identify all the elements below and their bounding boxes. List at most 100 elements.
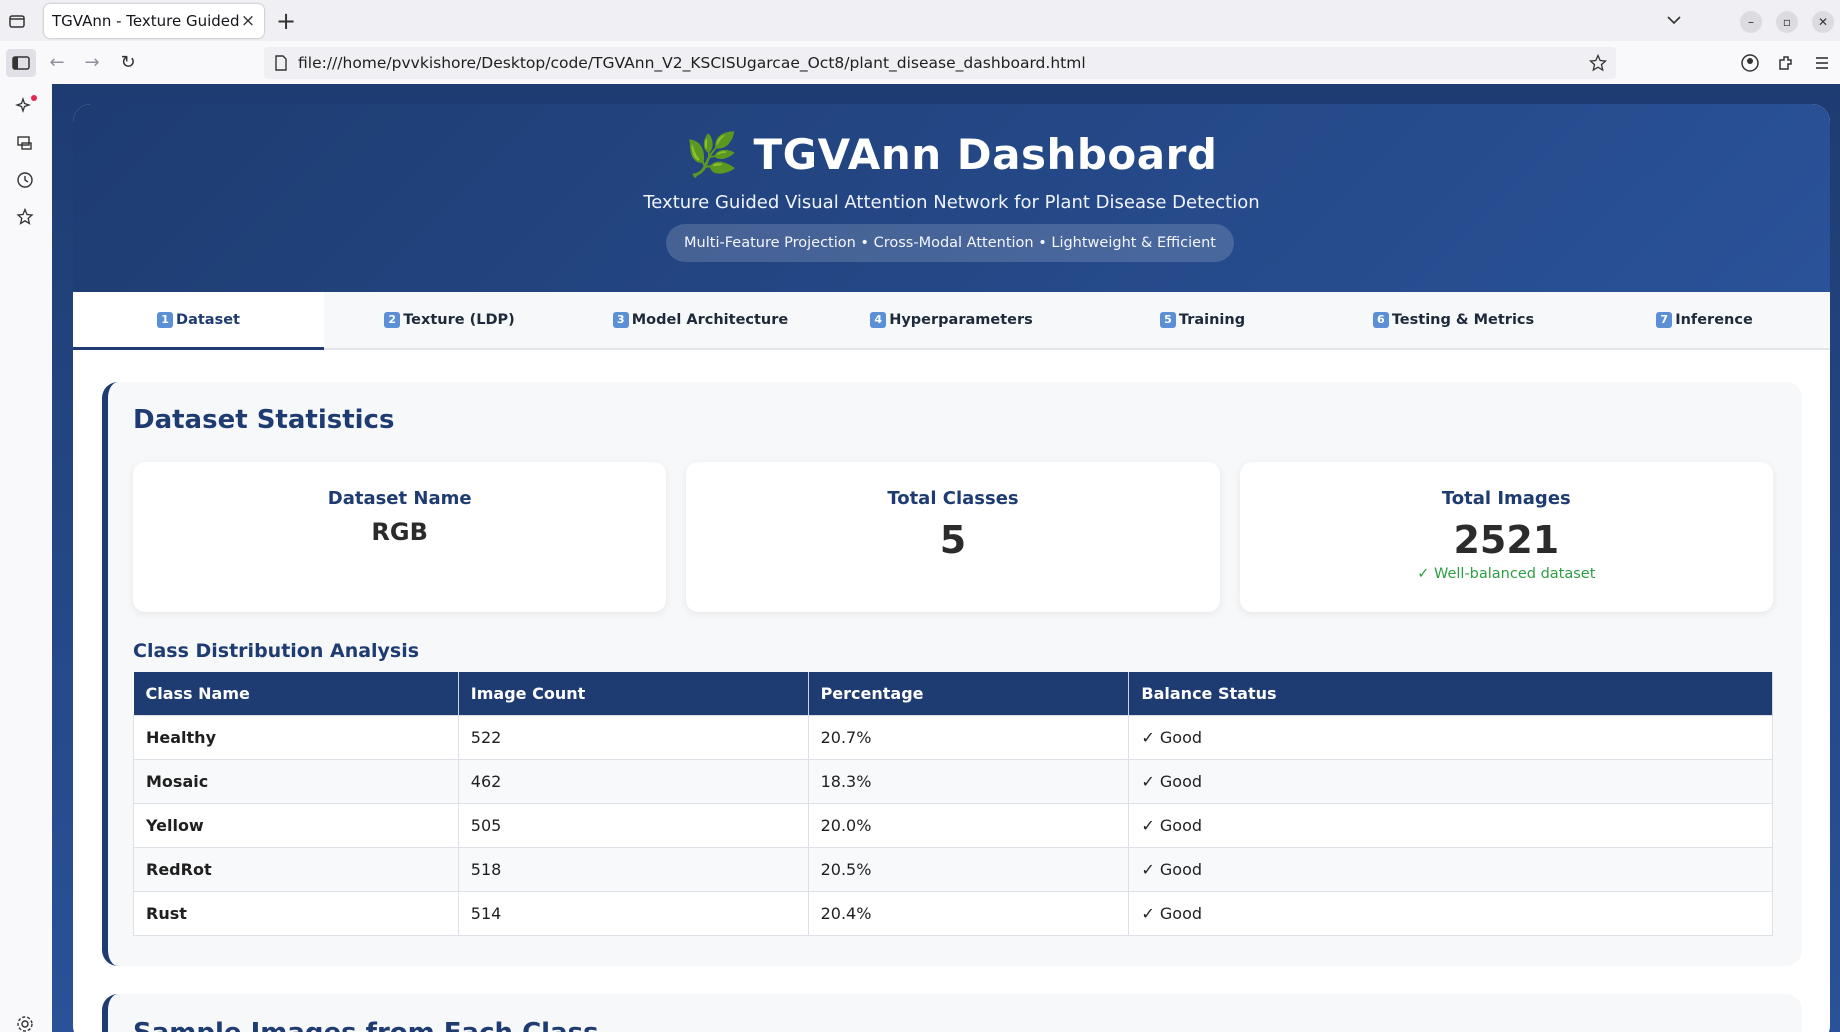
image-count-cell: 514	[457, 890, 809, 936]
tagline-badge: Multi-Feature Projection • Cross-Modal A…	[666, 224, 1234, 262]
percentage-cell: 20.4%	[807, 890, 1130, 936]
percentage-cell: 20.0%	[807, 802, 1130, 848]
close-window-icon[interactable]: ✕	[1812, 11, 1834, 33]
class-name-cell: Yellow	[133, 802, 459, 848]
extensions-icon[interactable]	[1776, 53, 1796, 73]
balance-note: ✓ Well-balanced dataset	[1417, 566, 1596, 582]
tab-training[interactable]: 5 Training	[1077, 292, 1328, 348]
close-tab-icon[interactable]: ×	[240, 11, 256, 31]
image-count-cell: 505	[457, 802, 809, 848]
section-heading: Sample Images from Each Class	[133, 1018, 599, 1032]
tab-label: Texture (LDP)	[403, 312, 515, 328]
menu-icon[interactable]	[1812, 53, 1832, 73]
sidebar-toggle-icon[interactable]	[6, 49, 36, 77]
table-row: Yellow 505 20.0% ✓ Good	[133, 802, 1773, 848]
tab-number-badge: 7	[1656, 312, 1673, 328]
stat-cards: Dataset Name RGB Total Classes 5 Total I…	[133, 462, 1773, 612]
column-header: Image Count	[458, 672, 809, 715]
tab-number-badge: 2	[384, 312, 401, 328]
tab-label: Training	[1178, 312, 1246, 328]
tab-testing-metrics[interactable]: 6 Testing & Metrics	[1328, 292, 1579, 348]
page-title: 🌿 TGVAnn Dashboard	[73, 130, 1830, 180]
account-icon[interactable]	[1740, 53, 1760, 73]
card-value: RGB	[371, 518, 428, 546]
minimize-icon[interactable]: –	[1740, 11, 1762, 33]
tab-inference[interactable]: 7 Inference	[1579, 292, 1830, 348]
tab-overflow-chevron-icon[interactable]	[1664, 10, 1684, 34]
total-classes-card: Total Classes 5	[686, 462, 1220, 612]
class-name-cell: Rust	[133, 890, 459, 936]
total-images-card: Total Images 2521 ✓ Well-balanced datase…	[1239, 462, 1773, 612]
tab-number-badge: 4	[870, 312, 887, 328]
page-viewport: 🌿 TGVAnn Dashboard Texture Guided Visual…	[52, 84, 1840, 1032]
percentage-cell: 20.7%	[807, 714, 1130, 760]
tab-label: Inference	[1675, 312, 1753, 328]
balance-status-cell: ✓ Good	[1128, 846, 1773, 892]
table-row: RedRot 518 20.5% ✓ Good	[133, 846, 1773, 892]
tab-label: Hyperparameters	[889, 312, 1033, 328]
browser-sidebar	[0, 84, 52, 1032]
tab-number-badge: 5	[1159, 312, 1176, 328]
bookmarks-star-icon[interactable]	[15, 207, 35, 227]
page-subtitle: Texture Guided Visual Attention Network …	[643, 192, 1260, 213]
settings-gear-icon[interactable]	[15, 1014, 35, 1032]
notification-dot	[31, 95, 37, 101]
browser-tab-title: TGVAnn - Texture Guided Vis	[52, 12, 240, 30]
image-count-cell: 462	[457, 758, 809, 804]
back-arrow-icon[interactable]: ←	[47, 53, 67, 73]
forward-arrow-icon[interactable]: →	[82, 53, 102, 73]
card-label: Total Classes	[887, 488, 1019, 509]
image-count-cell: 522	[457, 714, 809, 760]
page-icon	[264, 55, 298, 71]
card-value: 2521	[1453, 518, 1560, 562]
reload-icon[interactable]: ↻	[118, 53, 138, 73]
section-tabs: 1 Dataset 2 Texture (LDP) 3 Model Architect…	[73, 292, 1830, 350]
restore-icon[interactable]: ▫	[1776, 11, 1798, 33]
tab-number-badge: 6	[1372, 312, 1389, 328]
tab-texture[interactable]: 2 Texture (LDP)	[324, 292, 575, 348]
synced-tabs-icon[interactable]	[15, 133, 35, 153]
tab-number-badge: 1	[157, 312, 174, 328]
leaf-icon: 🌿	[685, 130, 739, 179]
balance-status-cell: ✓ Good	[1128, 802, 1773, 848]
address-bar[interactable]: file:///home/pvvkishore/Desktop/code/TGV…	[264, 47, 1616, 79]
balance-status-cell: ✓ Good	[1128, 890, 1773, 936]
class-name-cell: RedRot	[133, 846, 459, 892]
card-value: 5	[939, 518, 967, 562]
tab-label: Testing & Metrics	[1391, 312, 1535, 328]
new-tab-icon[interactable]: +	[276, 7, 296, 35]
subsection-heading: Class Distribution Analysis	[133, 640, 420, 662]
tab-model-architecture[interactable]: 3 Model Architecture	[575, 292, 826, 348]
dataset-statistics-section: Dataset Statistics Dataset Name RGB Tota…	[102, 382, 1802, 966]
dataset-name-card: Dataset Name RGB	[133, 462, 667, 612]
class-name-cell: Mosaic	[133, 758, 459, 804]
percentage-cell: 18.3%	[807, 758, 1130, 804]
balance-status-cell: ✓ Good	[1128, 758, 1773, 804]
class-distribution-table: Class Name Image Count Percentage Balanc…	[133, 672, 1773, 936]
class-name-cell: Healthy	[133, 714, 459, 760]
tab-list-icon[interactable]	[6, 10, 28, 32]
tab-number-badge: 3	[612, 312, 629, 328]
tab-label: Model Architecture	[631, 312, 789, 328]
url-text: file:///home/pvvkishore/Desktop/code/TGV…	[298, 54, 1086, 72]
page-title-text: TGVAnn Dashboard	[753, 130, 1218, 179]
table-row: Mosaic 462 18.3% ✓ Good	[133, 758, 1773, 804]
table-row: Rust 514 20.4% ✓ Good	[133, 890, 1773, 936]
balance-status-cell: ✓ Good	[1128, 714, 1773, 760]
history-clock-icon[interactable]	[15, 170, 35, 190]
browser-nav-bar: ← → ↻ file:///home/pvvkishore/Desktop/co…	[0, 41, 1840, 84]
table-row: Healthy 522 20.7% ✓ Good	[133, 714, 1773, 760]
browser-tab-bar: TGVAnn - Texture Guided Vis × + – ▫ ✕	[0, 0, 1840, 41]
table-header-row: Class Name Image Count Percentage Balanc…	[133, 672, 1773, 715]
bookmark-star-icon[interactable]	[1580, 54, 1616, 72]
card-label: Dataset Name	[327, 488, 472, 509]
card-label: Total Images	[1441, 488, 1571, 509]
column-header: Balance Status	[1128, 672, 1773, 715]
browser-tab[interactable]: TGVAnn - Texture Guided Vis ×	[44, 4, 264, 38]
percentage-cell: 20.5%	[807, 846, 1130, 892]
image-count-cell: 518	[457, 846, 809, 892]
tab-hyperparameters[interactable]: 4 Hyperparameters	[826, 292, 1077, 348]
dashboard-header: 🌿 TGVAnn Dashboard Texture Guided Visual…	[73, 104, 1830, 292]
tab-dataset[interactable]: 1 Dataset	[73, 292, 324, 350]
section-heading: Dataset Statistics	[133, 405, 395, 435]
